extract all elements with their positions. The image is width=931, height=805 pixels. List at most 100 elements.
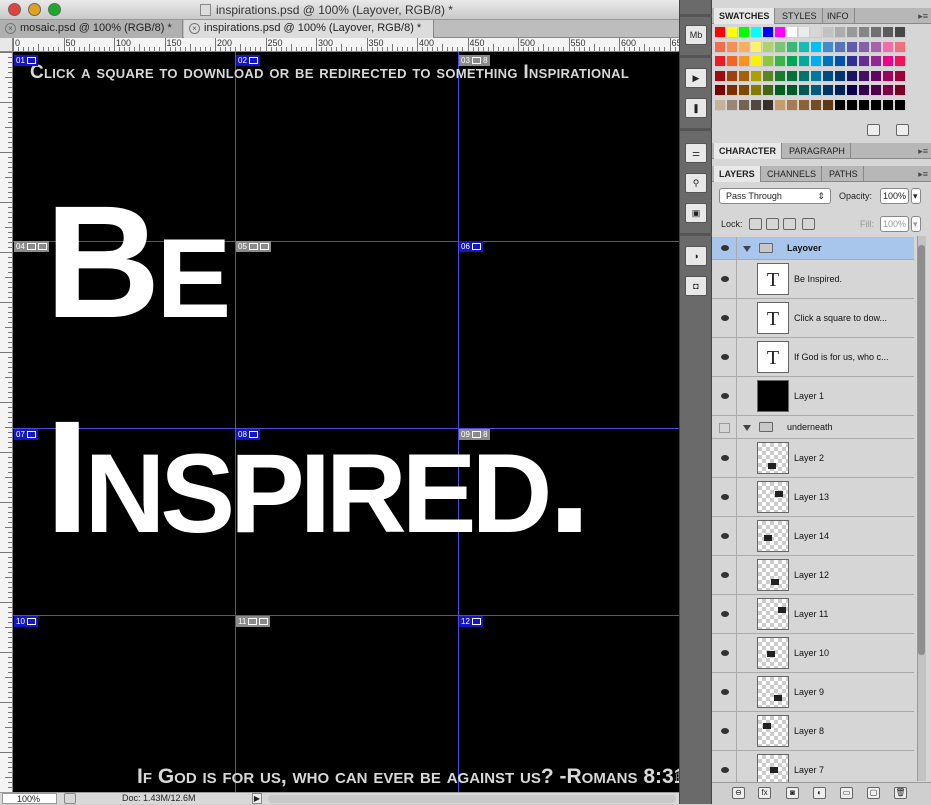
color-swatch[interactable]	[727, 99, 738, 111]
link-layers-icon[interactable]: ⊖	[732, 787, 745, 799]
layer-row[interactable]: Layer 12	[712, 556, 914, 595]
delete-layer-icon[interactable]: 🗑	[894, 787, 907, 799]
slice-04[interactable]: 04	[14, 241, 49, 252]
layer-row[interactable]: Layer 14	[712, 517, 914, 556]
color-swatch[interactable]	[763, 85, 774, 96]
history-button[interactable]: ❚	[685, 98, 707, 118]
minimize-window-button[interactable]	[28, 3, 41, 16]
color-swatch[interactable]	[763, 56, 774, 67]
layer-row[interactable]: Layer 10	[712, 634, 914, 673]
color-swatch[interactable]	[727, 27, 738, 38]
color-swatch[interactable]	[787, 27, 798, 38]
color-swatch[interactable]	[895, 99, 906, 111]
visibility-toggle[interactable]	[712, 751, 737, 782]
color-swatch[interactable]	[883, 70, 894, 82]
vertical-ruler[interactable]	[0, 52, 13, 792]
color-swatch[interactable]	[763, 41, 774, 53]
color-swatch[interactable]	[883, 27, 894, 38]
ruler-corner[interactable]	[0, 38, 13, 52]
tab-paragraph[interactable]: PARAGRAPH	[784, 143, 851, 159]
slice-11[interactable]: 11	[236, 616, 271, 627]
color-swatch[interactable]	[751, 70, 762, 82]
layer-style-icon[interactable]: fx	[758, 787, 771, 799]
color-swatch[interactable]	[715, 56, 726, 67]
color-swatch[interactable]	[787, 56, 798, 67]
color-swatch[interactable]	[895, 70, 906, 82]
layer-row[interactable]: Layer 13	[712, 478, 914, 517]
clone-source-button[interactable]: ⚲	[685, 173, 707, 193]
visibility-toggle[interactable]	[712, 634, 737, 672]
zoom-window-button[interactable]	[48, 3, 61, 16]
brush-presets-button[interactable]: ⚌	[685, 143, 707, 163]
layers-scrollbar-thumb[interactable]	[918, 245, 925, 655]
color-swatch[interactable]	[835, 70, 846, 82]
slice-09[interactable]: 09 8	[459, 429, 490, 440]
color-swatch[interactable]	[835, 85, 846, 96]
visibility-toggle[interactable]	[712, 416, 737, 438]
color-swatch[interactable]	[811, 41, 822, 53]
color-swatch[interactable]	[811, 70, 822, 82]
visibility-toggle[interactable]	[712, 338, 737, 376]
color-swatch[interactable]	[787, 70, 798, 82]
color-swatch[interactable]	[763, 27, 774, 38]
slice-01[interactable]: 01	[14, 55, 38, 66]
color-swatch[interactable]	[775, 99, 786, 111]
visibility-toggle[interactable]	[712, 377, 737, 415]
status-menu-arrow-icon[interactable]: ▶	[252, 793, 262, 804]
tab-channels[interactable]: CHANNELS	[762, 166, 823, 182]
visibility-toggle[interactable]	[712, 556, 737, 594]
tab-inspirations[interactable]: × inspirations.psd @ 100% (Layover, RGB/8…	[184, 20, 434, 38]
color-swatch[interactable]	[847, 99, 858, 111]
color-swatch[interactable]	[835, 56, 846, 67]
color-swatch[interactable]	[739, 85, 750, 96]
color-swatch[interactable]	[811, 27, 822, 38]
blend-mode-select[interactable]: Pass Through ⇕	[719, 188, 831, 204]
color-swatch[interactable]	[883, 99, 894, 111]
trash-icon[interactable]	[896, 124, 909, 136]
color-swatch[interactable]	[799, 99, 810, 111]
swatches-grid[interactable]	[715, 27, 907, 123]
color-swatch[interactable]	[787, 41, 798, 53]
color-swatch[interactable]	[799, 85, 810, 96]
color-swatch[interactable]	[895, 41, 906, 53]
tool-presets-button[interactable]: ▣	[685, 203, 707, 223]
color-swatch[interactable]	[775, 41, 786, 53]
tab-info[interactable]: INFO	[822, 8, 855, 24]
new-swatch-icon[interactable]	[867, 124, 880, 136]
fill-field[interactable]: 100%	[880, 216, 909, 232]
adjustment-layer-icon[interactable]: ◐	[813, 787, 826, 799]
status-preview-icon[interactable]	[64, 793, 76, 804]
color-swatch[interactable]	[751, 85, 762, 96]
document-canvas[interactable]: Click a square to download or be redirec…	[13, 52, 679, 792]
color-swatch[interactable]	[823, 70, 834, 82]
color-swatch[interactable]	[847, 70, 858, 82]
visibility-toggle[interactable]	[712, 595, 737, 633]
color-swatch[interactable]	[763, 99, 774, 111]
color-swatch[interactable]	[847, 41, 858, 53]
color-swatch[interactable]	[883, 56, 894, 67]
opacity-dropdown-icon[interactable]: ▾	[911, 188, 921, 204]
layer-row[interactable]: Layer 1	[712, 377, 914, 416]
visibility-toggle[interactable]	[712, 673, 737, 711]
adjustments-button[interactable]: ◑	[685, 246, 707, 266]
color-swatch[interactable]	[811, 85, 822, 96]
color-swatch[interactable]	[775, 85, 786, 96]
tab-paths[interactable]: PATHS	[824, 166, 864, 182]
color-swatch[interactable]	[847, 27, 858, 38]
zoom-level-field[interactable]: 100%	[2, 793, 57, 804]
new-group-icon[interactable]: ▭	[840, 787, 853, 799]
color-swatch[interactable]	[895, 27, 906, 38]
color-swatch[interactable]	[835, 99, 846, 111]
visibility-toggle[interactable]	[712, 260, 737, 298]
horizontal-scrollbar[interactable]	[268, 795, 676, 803]
close-window-button[interactable]	[8, 3, 21, 16]
masks-button[interactable]: ◘	[685, 276, 707, 296]
color-swatch[interactable]	[739, 56, 750, 67]
color-swatch[interactable]	[799, 41, 810, 53]
color-swatch[interactable]	[871, 56, 882, 67]
slice-10[interactable]: 10	[14, 616, 38, 627]
visibility-toggle[interactable]	[712, 237, 737, 259]
color-swatch[interactable]	[835, 27, 846, 38]
new-layer-icon[interactable]: ▢	[867, 787, 880, 799]
color-swatch[interactable]	[751, 99, 762, 111]
